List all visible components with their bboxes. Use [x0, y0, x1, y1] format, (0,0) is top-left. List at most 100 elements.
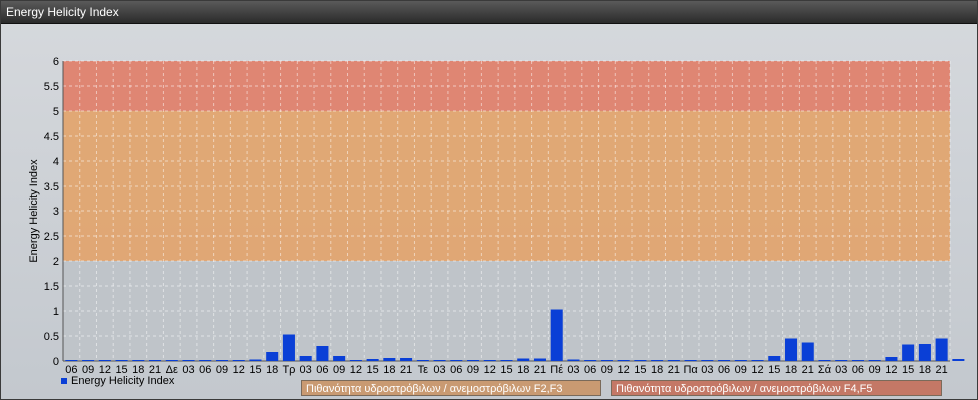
bar: [433, 360, 446, 361]
y-tick-label: 3: [53, 206, 59, 218]
bar: [851, 360, 864, 361]
y-tick-label: 0: [53, 356, 59, 368]
x-tick-label: Τε: [418, 364, 429, 376]
series-legend-label: Energy Helicity Index: [71, 375, 175, 387]
bar: [98, 360, 111, 361]
x-tick-label: Πα: [683, 364, 698, 376]
y-axis-label: Energy Helicity Index: [28, 159, 40, 263]
series-swatch: [61, 378, 67, 385]
bar: [282, 334, 295, 361]
x-tick-label: 15: [500, 364, 512, 376]
ehi-chart: 0 0.5 1 1.5 2 2.5 3 3.5 4 4.5 5 5.5 6 Energy Helicity…: [28, 56, 965, 376]
band-legend-f2-f3: Πιθανότητα υδροστρόβιλων / ανεμοστρόβιλω…: [301, 380, 601, 396]
x-tick-label: 15: [768, 364, 780, 376]
bar: [165, 360, 178, 361]
x-tick-label: 12: [350, 364, 362, 376]
x-tick-label: 15: [366, 364, 378, 376]
x-tick-label: 09: [333, 364, 345, 376]
bar: [383, 358, 396, 361]
x-tick-label: 15: [902, 364, 914, 376]
bar: [215, 360, 229, 361]
bar: [952, 359, 965, 361]
x-tick-label: 15: [249, 364, 261, 376]
y-tick-label: 0.5: [44, 331, 59, 343]
x-tick-label: 21: [400, 364, 412, 376]
x-tick-label: 15: [634, 364, 646, 376]
y-tick-label: 4.5: [44, 131, 59, 143]
bar: [801, 342, 814, 361]
bar: [902, 344, 915, 361]
x-tick-label: 09: [735, 364, 747, 376]
bar: [550, 309, 563, 361]
bar: [182, 360, 195, 361]
x-tick-label: 03: [182, 364, 194, 376]
y-tick-label: 4: [53, 156, 59, 168]
bar: [818, 360, 831, 361]
x-tick-label: 06: [718, 364, 730, 376]
x-tick-label: 03: [300, 364, 312, 376]
x-tick-label: 03: [701, 364, 713, 376]
bar: [316, 346, 329, 361]
y-tick-label: 3.5: [44, 181, 59, 193]
x-tick-label: 18: [517, 364, 529, 376]
bar: [634, 360, 647, 361]
bar: [82, 360, 95, 361]
bar: [517, 358, 530, 361]
x-tick-label: 18: [383, 364, 395, 376]
bar: [249, 359, 262, 361]
bar: [784, 338, 798, 361]
x-tick-label: 09: [601, 364, 613, 376]
bar: [333, 356, 346, 361]
bar: [500, 360, 513, 361]
x-tick-label: 09: [869, 364, 881, 376]
bar: [400, 358, 413, 361]
x-tick-label: 06: [450, 364, 462, 376]
bar: [450, 360, 463, 361]
bar: [600, 360, 613, 361]
x-tick-label: 06: [852, 364, 864, 376]
bar: [584, 360, 597, 361]
y-tick-label: 1.5: [44, 281, 59, 293]
band-legend-f4-f5: Πιθανότητα υδροστρόβιλων / ανεμοστρόβιλω…: [611, 380, 942, 396]
bar: [199, 360, 212, 361]
chart-window: Energy Helicity Index 0 0.5 1 1.5 2 2.5 3 3.5 4 4…: [0, 0, 978, 400]
x-tick-label: 21: [668, 364, 680, 376]
x-tick-label: Πέ: [550, 364, 563, 376]
bar: [651, 360, 664, 361]
bar: [132, 360, 145, 361]
x-tick-label: 03: [433, 364, 445, 376]
bar: [149, 360, 162, 361]
x-tick-label: 12: [484, 364, 496, 376]
bar: [266, 352, 279, 361]
y-tick-label: 6: [53, 56, 59, 68]
x-tick-label: 06: [316, 364, 328, 376]
series-legend: Energy Helicity Index: [61, 375, 174, 387]
bar: [718, 360, 731, 361]
bar: [349, 360, 362, 361]
bar: [65, 360, 78, 361]
bar: [416, 360, 429, 361]
bar: [115, 360, 128, 361]
x-tick-label: Τρ: [282, 364, 295, 376]
x-tick-label: 21: [802, 364, 814, 376]
bar: [483, 360, 496, 361]
bar: [701, 360, 714, 361]
x-tick-label: 18: [919, 364, 931, 376]
x-tick-label: 06: [584, 364, 596, 376]
bar: [768, 356, 781, 361]
y-tick-label: 1: [53, 306, 59, 318]
x-tick-label: 09: [467, 364, 479, 376]
x-tick-label: 21: [936, 364, 948, 376]
y-tick-label: 2.5: [44, 231, 59, 243]
x-tick-label: 06: [199, 364, 211, 376]
bar: [667, 360, 680, 361]
x-tick-label: 18: [651, 364, 663, 376]
x-tick-label: 03: [567, 364, 579, 376]
y-tick-label: 5: [53, 106, 59, 118]
y-tick-label: 2: [53, 256, 59, 268]
bar: [868, 360, 881, 361]
bar: [533, 358, 546, 361]
bar: [232, 360, 245, 361]
bar: [684, 360, 697, 361]
bar: [885, 357, 898, 361]
